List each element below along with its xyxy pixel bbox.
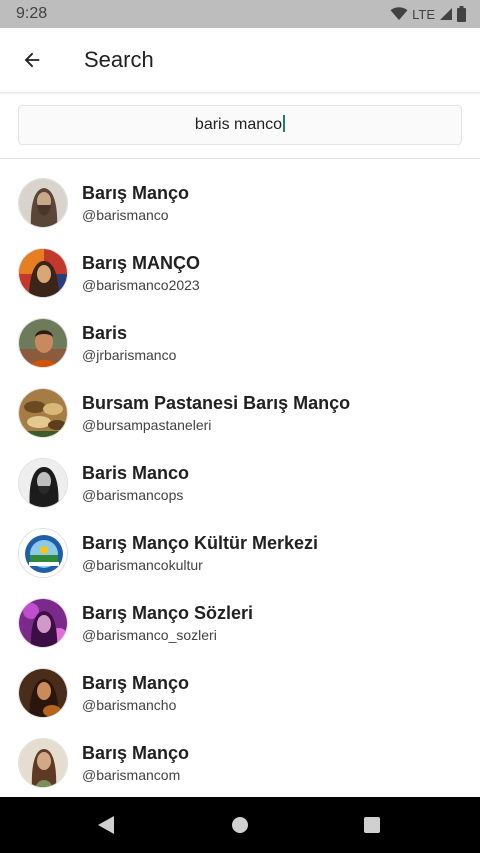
back-button[interactable]	[14, 42, 50, 78]
result-row[interactable]: Baris @jrbarismanco	[0, 308, 480, 378]
result-handle: @barismancops	[82, 487, 184, 503]
result-handle: @jrbarismanco	[82, 347, 177, 363]
triangle-back-icon	[98, 816, 114, 834]
result-name: Baris	[82, 323, 128, 343]
result-row[interactable]: Barış MANÇO @barismanco2023	[0, 238, 480, 308]
guitar-man-photo-avatar	[18, 668, 68, 718]
status-icons: LTE	[390, 6, 466, 22]
result-handle: @barismancho	[82, 697, 177, 713]
search-results-list: Barış Manço @barismanco Barış MANÇO @bar…	[0, 168, 480, 798]
result-name: Baris Manco	[82, 463, 190, 483]
result-row[interactable]: Baris Manco @barismancops	[0, 448, 480, 518]
search-input[interactable]: baris manco	[18, 105, 462, 145]
result-handle: @barismancom	[82, 767, 181, 783]
search-section: baris manco	[0, 93, 480, 159]
purple-portrait-photo-avatar	[18, 598, 68, 648]
system-nav-bar	[0, 797, 480, 853]
nav-recents-button[interactable]	[356, 809, 388, 841]
result-row[interactable]: Barış Manço Kültür Merkezi @barismancoku…	[0, 518, 480, 588]
square-recents-icon	[364, 817, 380, 833]
result-handle: @barismanco2023	[82, 277, 200, 293]
nav-back-button[interactable]	[90, 809, 122, 841]
bearded-man-photo-avatar	[18, 178, 68, 228]
result-row[interactable]: Barış Manço Sözleri @barismanco_sozleri	[0, 588, 480, 658]
result-name: Barış MANÇO	[82, 253, 201, 273]
page-title: Search	[84, 47, 154, 72]
status-bar: 9:28 LTE	[0, 0, 480, 28]
result-name: Barış Manço Kültür Merkezi	[82, 533, 319, 553]
arrow-back-icon	[24, 52, 40, 68]
result-handle: @bursampastaneleri	[82, 417, 212, 433]
result-handle: @barismanco	[82, 207, 169, 223]
search-query: baris manco	[194, 116, 283, 133]
result-row[interactable]: Bursam Pastanesi Barış Manço @bursampast…	[0, 378, 480, 448]
app-bar: Search	[0, 28, 480, 93]
result-handle: @barismancokultur	[82, 557, 203, 573]
pastry-photo-avatar	[18, 388, 68, 438]
status-time: 9:28	[16, 5, 48, 22]
battery-icon	[457, 6, 466, 22]
result-name: Bursam Pastanesi Barış Manço	[82, 393, 351, 413]
municipality-logo-avatar	[18, 528, 68, 578]
circle-home-icon	[232, 817, 248, 833]
vintage-man-photo-avatar	[18, 738, 68, 788]
text-cursor	[283, 115, 286, 132]
nav-home-button[interactable]	[224, 809, 256, 841]
long-hair-man-photo-avatar	[18, 458, 68, 508]
result-name: Barış Manço Sözleri	[82, 603, 254, 623]
result-row[interactable]: Barış Manço @barismancho	[0, 658, 480, 728]
signal-icon	[440, 8, 452, 20]
network-type-label: LTE	[412, 6, 435, 22]
result-name: Barış Manço	[82, 743, 190, 763]
colorful-portrait-photo-avatar	[18, 248, 68, 298]
result-row[interactable]: Barış Manço @barismancom	[0, 728, 480, 798]
wifi-icon	[390, 7, 408, 20]
result-row[interactable]: Barış Manço @barismanco	[0, 168, 480, 238]
result-name: Barış Manço	[82, 673, 190, 693]
young-man-photo-avatar	[18, 318, 68, 368]
result-name: Barış Manço	[82, 183, 190, 203]
result-handle: @barismanco_sozleri	[82, 627, 217, 643]
